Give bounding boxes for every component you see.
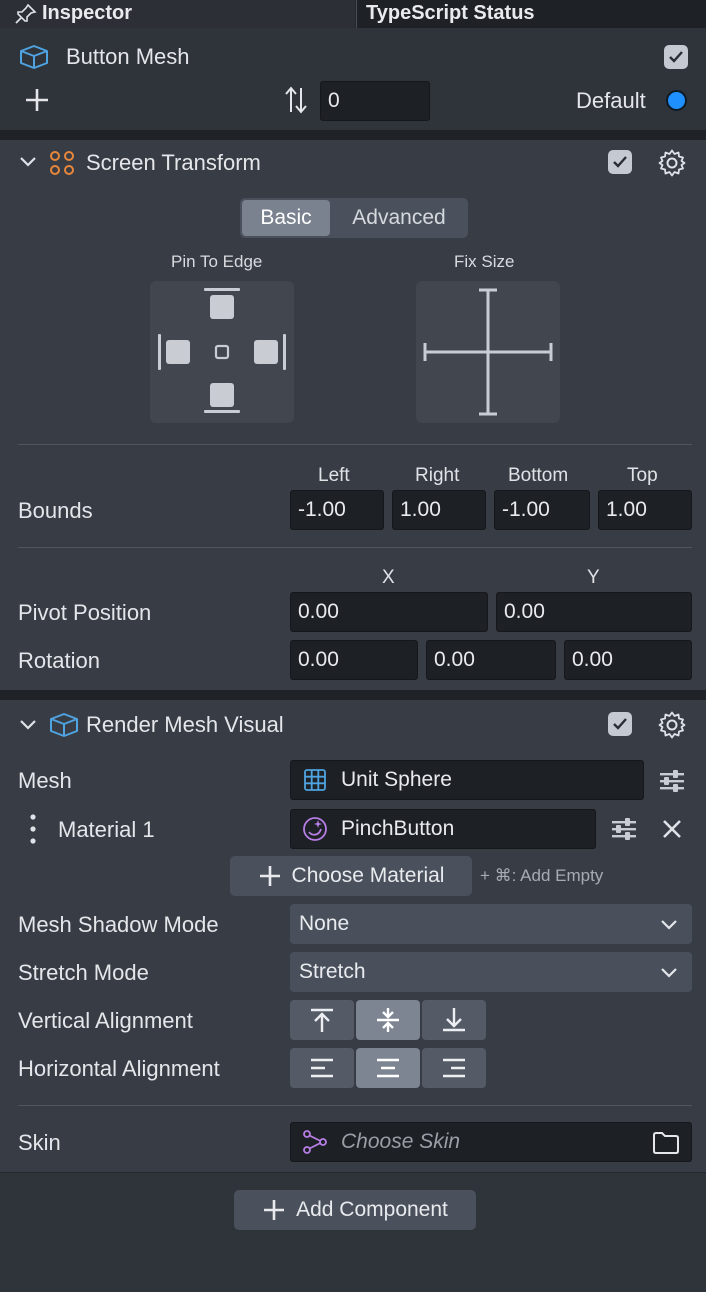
pivot-header-x: X <box>382 567 395 588</box>
rotation-x-input[interactable]: 0.00 <box>290 640 418 680</box>
skin-label: Skin <box>18 1130 61 1155</box>
stretch-mode-select[interactable]: Stretch <box>290 952 692 992</box>
chevron-down-icon <box>661 920 677 930</box>
close-icon[interactable] <box>661 818 683 840</box>
mesh-label: Mesh <box>18 768 72 793</box>
add-icon[interactable] <box>24 87 50 113</box>
object-name[interactable]: Button Mesh <box>66 44 190 70</box>
bounds-label: Bounds <box>18 498 93 523</box>
grid-mesh-icon <box>303 768 327 792</box>
horizontal-align-right-button[interactable] <box>422 1048 486 1088</box>
add-component-label: Add Component <box>296 1198 448 1221</box>
fix-size-pad <box>416 281 560 423</box>
skin-field[interactable]: Choose Skin <box>290 1122 692 1162</box>
vertical-align-bottom-button[interactable] <box>422 1000 486 1040</box>
folder-icon[interactable] <box>652 1131 680 1155</box>
align-right-icon <box>443 1058 465 1078</box>
mesh-shadow-mode-value: None <box>299 912 350 935</box>
section-divider <box>0 130 706 140</box>
gear-icon[interactable] <box>657 710 687 740</box>
pivot-x-input[interactable]: 0.00 <box>290 592 488 632</box>
layer-color-dot[interactable] <box>666 90 687 111</box>
mesh-object-icon <box>18 43 50 71</box>
add-empty-hint: + ⌘: Add Empty <box>480 866 604 885</box>
stretch-mode-value: Stretch <box>299 960 366 983</box>
separator <box>18 547 692 548</box>
align-middle-icon <box>377 1008 399 1032</box>
tab-inspector[interactable]: Inspector <box>0 0 355 28</box>
bounds-left-input[interactable]: -1.00 <box>290 490 384 530</box>
horizontal-align-center-button[interactable] <box>356 1048 420 1088</box>
mode-basic-button[interactable]: Basic <box>242 200 330 236</box>
align-left-icon <box>311 1058 333 1078</box>
separator <box>18 1105 692 1106</box>
material-field[interactable]: PinchButton <box>290 809 596 849</box>
stretch-mode-label: Stretch Mode <box>18 960 149 985</box>
sort-layer-icon[interactable] <box>284 85 308 115</box>
vertical-alignment-label: Vertical Alignment <box>18 1008 193 1033</box>
bounds-header-left: Left <box>318 465 350 486</box>
pivot-header-y: Y <box>587 567 600 588</box>
separator <box>18 444 692 445</box>
mode-advanced-label: Advanced <box>352 206 446 229</box>
bounds-header-right: Right <box>415 465 460 486</box>
material-label: Material 1 <box>58 817 155 842</box>
vertical-align-center-button[interactable] <box>356 1000 420 1040</box>
gear-icon[interactable] <box>657 148 687 178</box>
mode-advanced-button[interactable]: Advanced <box>332 200 466 236</box>
bounds-bottom-input[interactable]: -1.00 <box>494 490 590 530</box>
bounds-top-input[interactable]: 1.00 <box>598 490 692 530</box>
mesh-shadow-mode-select[interactable]: None <box>290 904 692 944</box>
chevron-down-icon <box>661 968 677 978</box>
add-icon <box>264 1200 285 1220</box>
rotation-y-input[interactable]: 0.00 <box>426 640 556 680</box>
horizontal-align-left-button[interactable] <box>290 1048 354 1088</box>
align-center-icon <box>377 1058 399 1078</box>
screen-transform-enabled-checkbox[interactable] <box>608 150 632 174</box>
pin-icon <box>14 3 38 25</box>
align-top-icon <box>311 1008 333 1032</box>
bounds-right-input[interactable]: 1.00 <box>392 490 486 530</box>
tab-inspector-label: Inspector <box>42 2 133 24</box>
align-bottom-icon <box>443 1008 465 1032</box>
layer-order-input[interactable]: 0 <box>320 81 430 121</box>
layer-label: Default <box>576 88 646 113</box>
tab-typescript-status-label: TypeScript Status <box>366 2 535 24</box>
material-icon <box>302 816 328 842</box>
rotation-z-input[interactable]: 0.00 <box>564 640 692 680</box>
render-mesh-visual-enabled-checkbox[interactable] <box>608 712 632 736</box>
screen-transform-icon <box>48 149 76 177</box>
fix-size-label: Fix Size <box>454 252 515 271</box>
choose-material-button[interactable]: Choose Material <box>230 856 472 896</box>
vertical-align-top-button[interactable] <box>290 1000 354 1040</box>
horizontal-alignment-label: Horizontal Alignment <box>18 1056 220 1081</box>
add-icon <box>259 866 280 886</box>
mode-basic-label: Basic <box>260 206 312 229</box>
skin-icon <box>302 1129 328 1155</box>
mesh-field[interactable]: Unit Sphere <box>290 760 644 800</box>
render-mesh-visual-title: Render Mesh Visual <box>86 712 284 737</box>
section-divider <box>0 690 706 700</box>
mesh-options-icon[interactable] <box>658 768 686 794</box>
bounds-header-bottom: Bottom <box>508 465 569 486</box>
material-options-icon[interactable] <box>610 816 638 842</box>
choose-material-label: Choose Material <box>291 864 445 887</box>
mesh-shadow-mode-label: Mesh Shadow Mode <box>18 912 219 937</box>
chevron-down-icon[interactable] <box>18 152 38 172</box>
object-enabled-checkbox[interactable] <box>664 45 688 69</box>
drag-handle-icon[interactable] <box>28 813 38 845</box>
render-mesh-visual-icon <box>48 711 80 739</box>
tab-typescript-status[interactable]: TypeScript Status <box>356 0 706 28</box>
chevron-down-icon[interactable] <box>18 715 38 735</box>
add-component-button[interactable]: Add Component <box>234 1190 476 1230</box>
rotation-label: Rotation <box>18 648 100 673</box>
pin-to-edge-pad <box>150 281 294 423</box>
screen-transform-title: Screen Transform <box>86 150 261 175</box>
pivot-position-label: Pivot Position <box>18 600 152 625</box>
pivot-y-input[interactable]: 0.00 <box>496 592 692 632</box>
bounds-header-top: Top <box>627 465 658 486</box>
pin-to-edge-label: Pin To Edge <box>171 252 263 271</box>
